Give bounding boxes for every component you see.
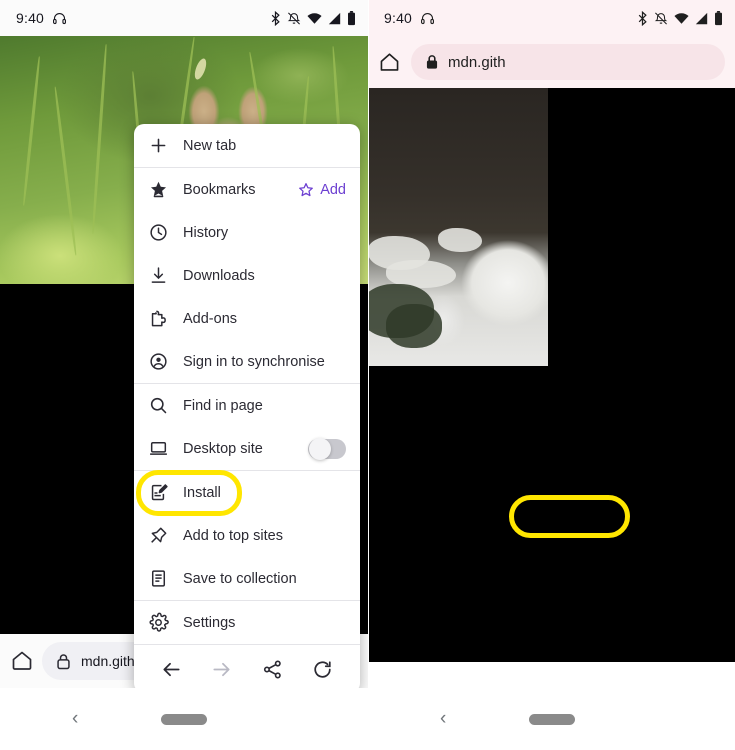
menu-item-install[interactable]: Install [134, 471, 360, 514]
chrome-top-toolbar[interactable]: mdn.gith [368, 36, 735, 88]
menu-item-find-in-page[interactable]: Find in page [134, 384, 360, 427]
menu-item-downloads[interactable]: Downloads [134, 254, 360, 297]
download-icon [151, 267, 166, 283]
firefox-menu-nav-row[interactable] [134, 645, 360, 693]
wifi-icon [674, 12, 689, 24]
android-status-bar-right: 9:40 [368, 0, 735, 36]
nav-back-button[interactable]: ‹ [72, 708, 78, 730]
chrome-url-bar[interactable]: mdn.gith [411, 44, 725, 80]
chrome-url-text: mdn.gith [448, 53, 506, 71]
cellular-signal-icon [695, 12, 708, 24]
home-pill-indicator[interactable] [161, 713, 207, 725]
menu-item-settings[interactable]: Settings [134, 601, 360, 644]
bookmarks-add-action[interactable]: Add [297, 181, 346, 199]
firefox-main-menu[interactable]: New tab Bookmarks Add History Downloads [134, 124, 360, 693]
gear-icon [149, 612, 169, 632]
android-nav-bar-right[interactable]: ‹ [368, 688, 735, 750]
android-status-bar-left: 9:40 [0, 0, 368, 36]
menu-item-add-ons[interactable]: Add-ons [134, 297, 360, 340]
menu-item-label: Save to collection [183, 570, 297, 587]
menu-item-label: Add to top sites [183, 527, 283, 544]
share-icon[interactable] [261, 658, 284, 681]
menu-item-sign-in-to-synchronise[interactable]: Sign in to synchronise [134, 340, 360, 383]
headphones-icon [53, 12, 67, 24]
star-outline-icon [299, 182, 314, 196]
menu-item-new-tab[interactable]: New tab [134, 124, 360, 167]
desktop-site-toggle[interactable] [308, 437, 346, 460]
clock-icon [150, 224, 167, 241]
status-bar-time: 9:40 [16, 10, 45, 26]
puzzle-piece-icon [151, 310, 166, 327]
padlock-icon [426, 55, 438, 69]
padlock-icon [57, 653, 70, 669]
menu-item-label: History [183, 224, 229, 241]
menu-item-label: New tab [183, 137, 237, 154]
search-icon [150, 397, 167, 414]
menu-item-history[interactable]: History [134, 211, 360, 254]
home-icon[interactable] [10, 649, 34, 673]
account-circle-icon [150, 353, 167, 370]
reload-icon[interactable] [311, 658, 334, 681]
android-nav-bar-left[interactable]: ‹ [0, 688, 368, 750]
cellular-signal-icon [328, 12, 341, 24]
bookmarks-add-label: Add [320, 181, 346, 198]
menu-item-desktop-site[interactable]: Desktop site [134, 427, 360, 470]
headphones-icon [421, 12, 435, 24]
battery-icon [348, 10, 355, 25]
menu-item-label: Find in page [183, 397, 263, 414]
star-filled-icon [150, 181, 167, 198]
panel-divider [368, 0, 369, 750]
menu-item-label: Bookmarks [183, 181, 256, 198]
battery-icon [715, 10, 722, 25]
firefox-phone-panel: 9:40 mdn.githu New tab Bookmarks Add His… [0, 0, 368, 750]
menu-item-label: Install [183, 484, 221, 501]
notifications-muted-icon [654, 12, 668, 24]
chrome-web-content[interactable] [368, 88, 735, 662]
nav-back-button[interactable]: ‹ [440, 708, 446, 730]
notifications-muted-icon [287, 12, 301, 24]
status-bar-time: 9:40 [384, 10, 413, 26]
menu-item-add-to-top-sites[interactable]: Add to top sites [134, 514, 360, 557]
menu-item-label: Settings [183, 614, 236, 631]
menu-item-bookmarks[interactable]: Bookmarks Add [134, 168, 360, 211]
back-arrow-icon[interactable] [160, 658, 183, 681]
plus-icon [151, 138, 166, 153]
collection-icon [151, 570, 166, 587]
home-pill-indicator[interactable] [528, 713, 575, 725]
bluetooth-icon [271, 10, 280, 26]
bluetooth-icon [638, 10, 647, 26]
forward-arrow-icon [213, 662, 230, 676]
polar-bear-photo [368, 88, 548, 366]
menu-item-label: Desktop site [183, 440, 263, 457]
laptop-icon [150, 441, 167, 455]
chrome-phone-panel: 9:40 mdn.gith ‹ [368, 0, 735, 750]
wifi-icon [307, 12, 322, 24]
install-to-device-icon [151, 484, 168, 501]
home-outline-icon[interactable] [378, 51, 401, 74]
pin-icon [151, 527, 167, 543]
screenshot-root: 9:40 mdn.githu New tab Bookmarks Add His… [0, 0, 735, 750]
menu-item-label: Add-ons [183, 310, 238, 327]
menu-item-label: Sign in to synchronise [183, 353, 325, 370]
menu-item-save-to-collection[interactable]: Save to collection [134, 557, 360, 600]
menu-item-label: Downloads [183, 267, 255, 284]
